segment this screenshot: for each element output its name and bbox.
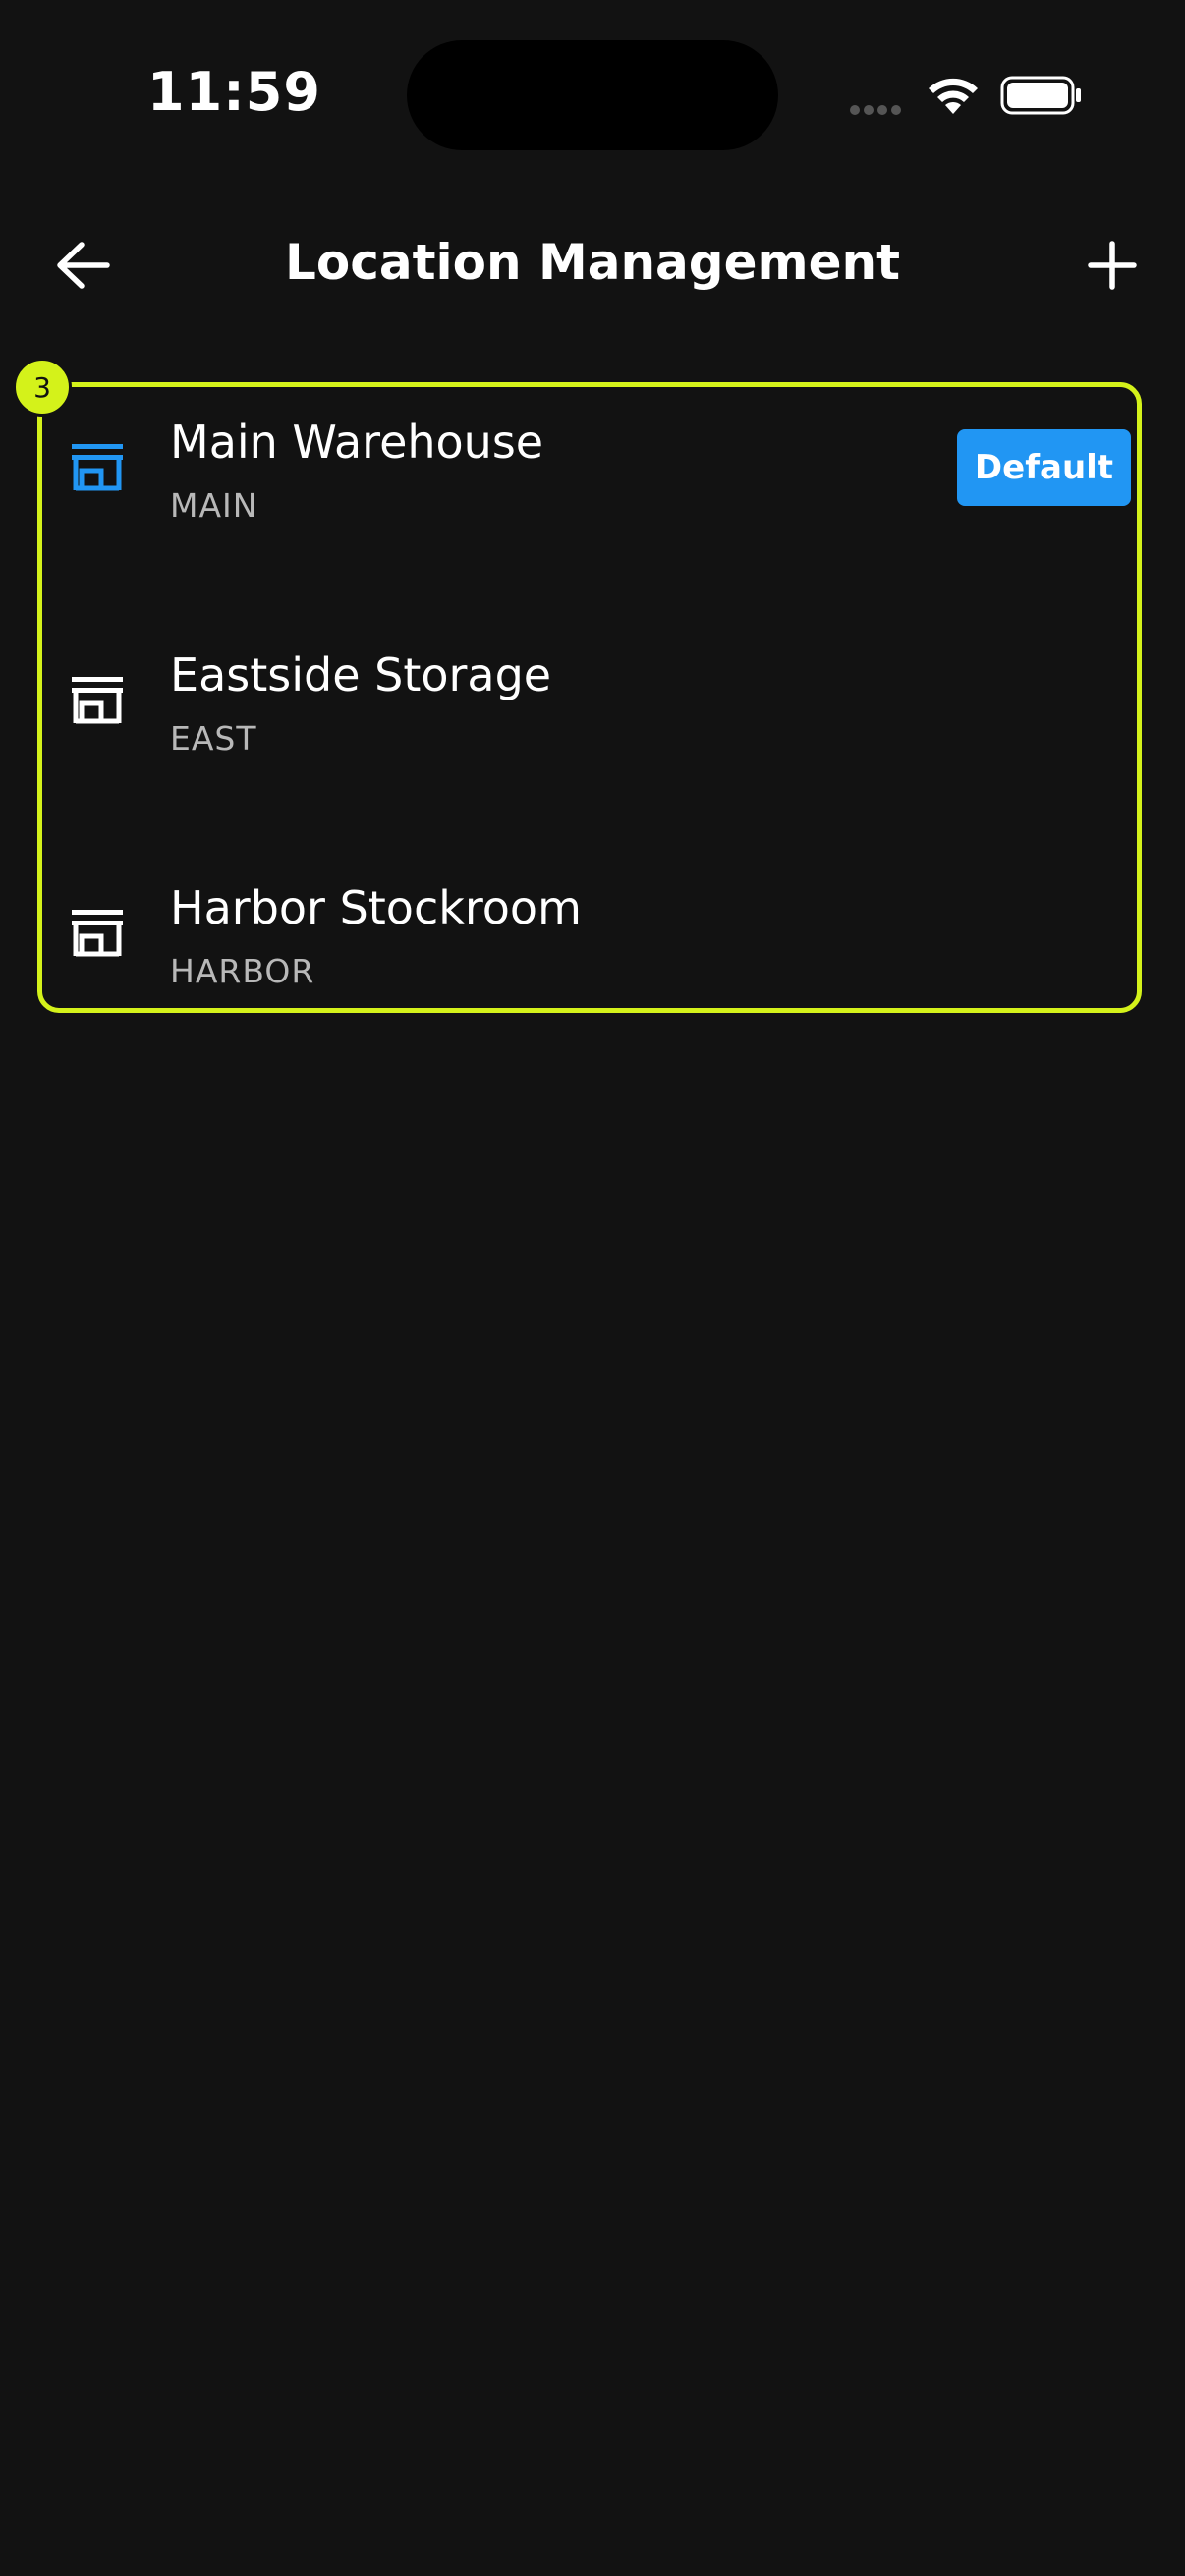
cellular-signal-icon bbox=[850, 105, 901, 115]
status-bar: 11:59 bbox=[0, 0, 1185, 187]
location-name: Eastside Storage bbox=[170, 648, 552, 701]
location-item-harbor-stockroom[interactable]: Harbor Stockroom HARBOR bbox=[42, 853, 1137, 1086]
store-icon bbox=[72, 910, 123, 957]
location-name: Main Warehouse bbox=[170, 416, 544, 469]
page-title: Location Management bbox=[284, 234, 901, 291]
wifi-icon bbox=[929, 78, 978, 114]
location-code: HARBOR bbox=[170, 952, 315, 990]
location-item-eastside-storage[interactable]: Eastside Storage EAST bbox=[42, 620, 1137, 853]
store-icon bbox=[72, 444, 123, 491]
dynamic-island bbox=[407, 40, 778, 150]
default-badge: Default bbox=[957, 429, 1131, 506]
location-code: MAIN bbox=[170, 486, 258, 525]
location-name: Harbor Stockroom bbox=[170, 881, 582, 934]
plus-icon bbox=[1088, 241, 1137, 290]
location-list: 3 Main Warehouse MAIN Default Eastside S… bbox=[13, 358, 1142, 1013]
status-time: 11:59 bbox=[147, 61, 321, 123]
battery-icon bbox=[1000, 76, 1081, 115]
location-code: EAST bbox=[170, 719, 257, 757]
store-icon bbox=[72, 677, 123, 724]
location-item-main-warehouse[interactable]: Main Warehouse MAIN Default bbox=[42, 387, 1137, 620]
app-bar: Location Management bbox=[0, 206, 1185, 324]
add-location-button[interactable] bbox=[1073, 226, 1152, 305]
